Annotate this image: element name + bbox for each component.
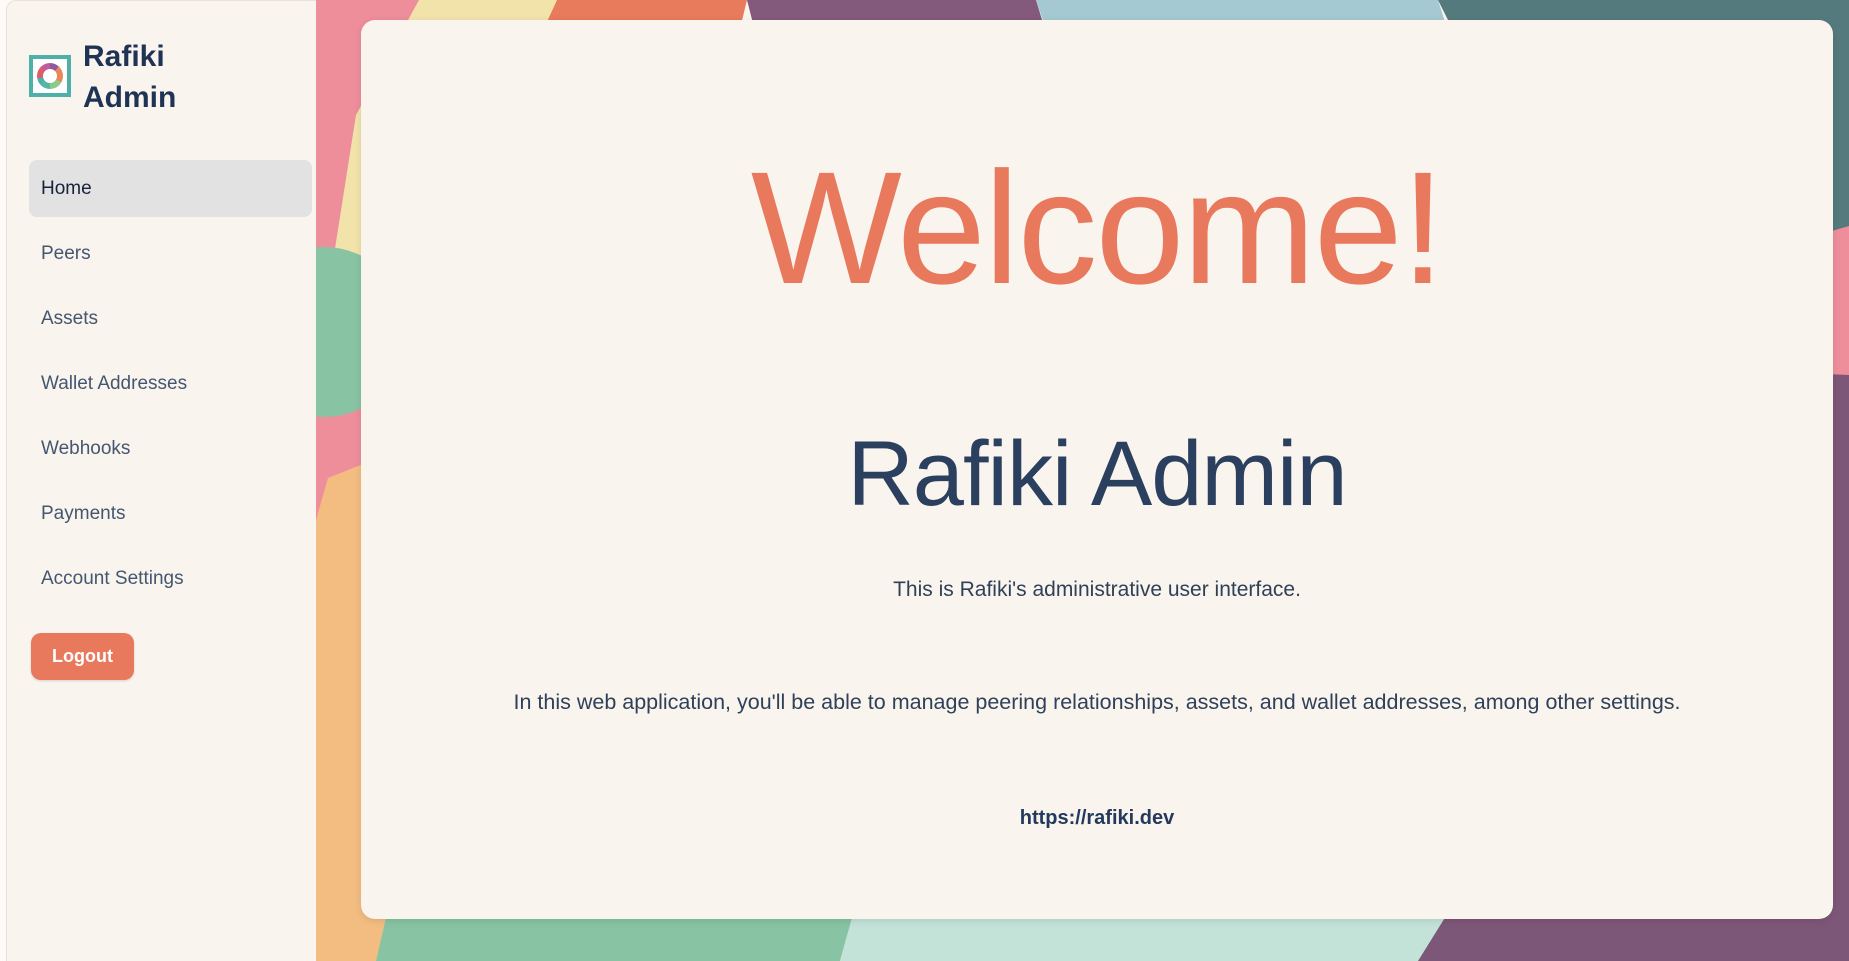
sidebar-item-peers[interactable]: Peers [29,225,312,282]
sidebar-nav: Home Peers Assets Wallet Addresses Webhooks P… [7,160,316,607]
sidebar-item-account-settings[interactable]: Account Settings [29,550,312,607]
sidebar-item-webhooks[interactable]: Webhooks [29,420,312,477]
logout-button[interactable]: Logout [31,633,134,680]
rafiki-ring-icon [37,63,63,89]
rafiki-dev-link[interactable]: https://rafiki.dev [1020,807,1174,830]
sidebar: Rafiki Admin Home Peers Assets Wallet Addre… [6,0,316,961]
main-area: Welcome! Rafiki Admin This is Rafiki's a… [316,0,1849,961]
sidebar-item-assets[interactable]: Assets [29,290,312,347]
sidebar-item-wallet-addresses[interactable]: Wallet Addresses [29,355,312,412]
brand: Rafiki Admin [7,1,316,118]
subtitle-text: This is Rafiki's administrative user int… [893,578,1301,602]
welcome-heading: Welcome! [751,148,1443,308]
rafiki-logo-icon [29,55,71,97]
app-title: Rafiki Admin [83,37,213,118]
sidebar-item-home[interactable]: Home [29,160,312,217]
sidebar-item-payments[interactable]: Payments [29,485,312,542]
welcome-card: Welcome! Rafiki Admin This is Rafiki's a… [361,20,1833,919]
description-text: In this web application, you'll be able … [514,690,1681,715]
page-title: Rafiki Admin [847,428,1346,520]
